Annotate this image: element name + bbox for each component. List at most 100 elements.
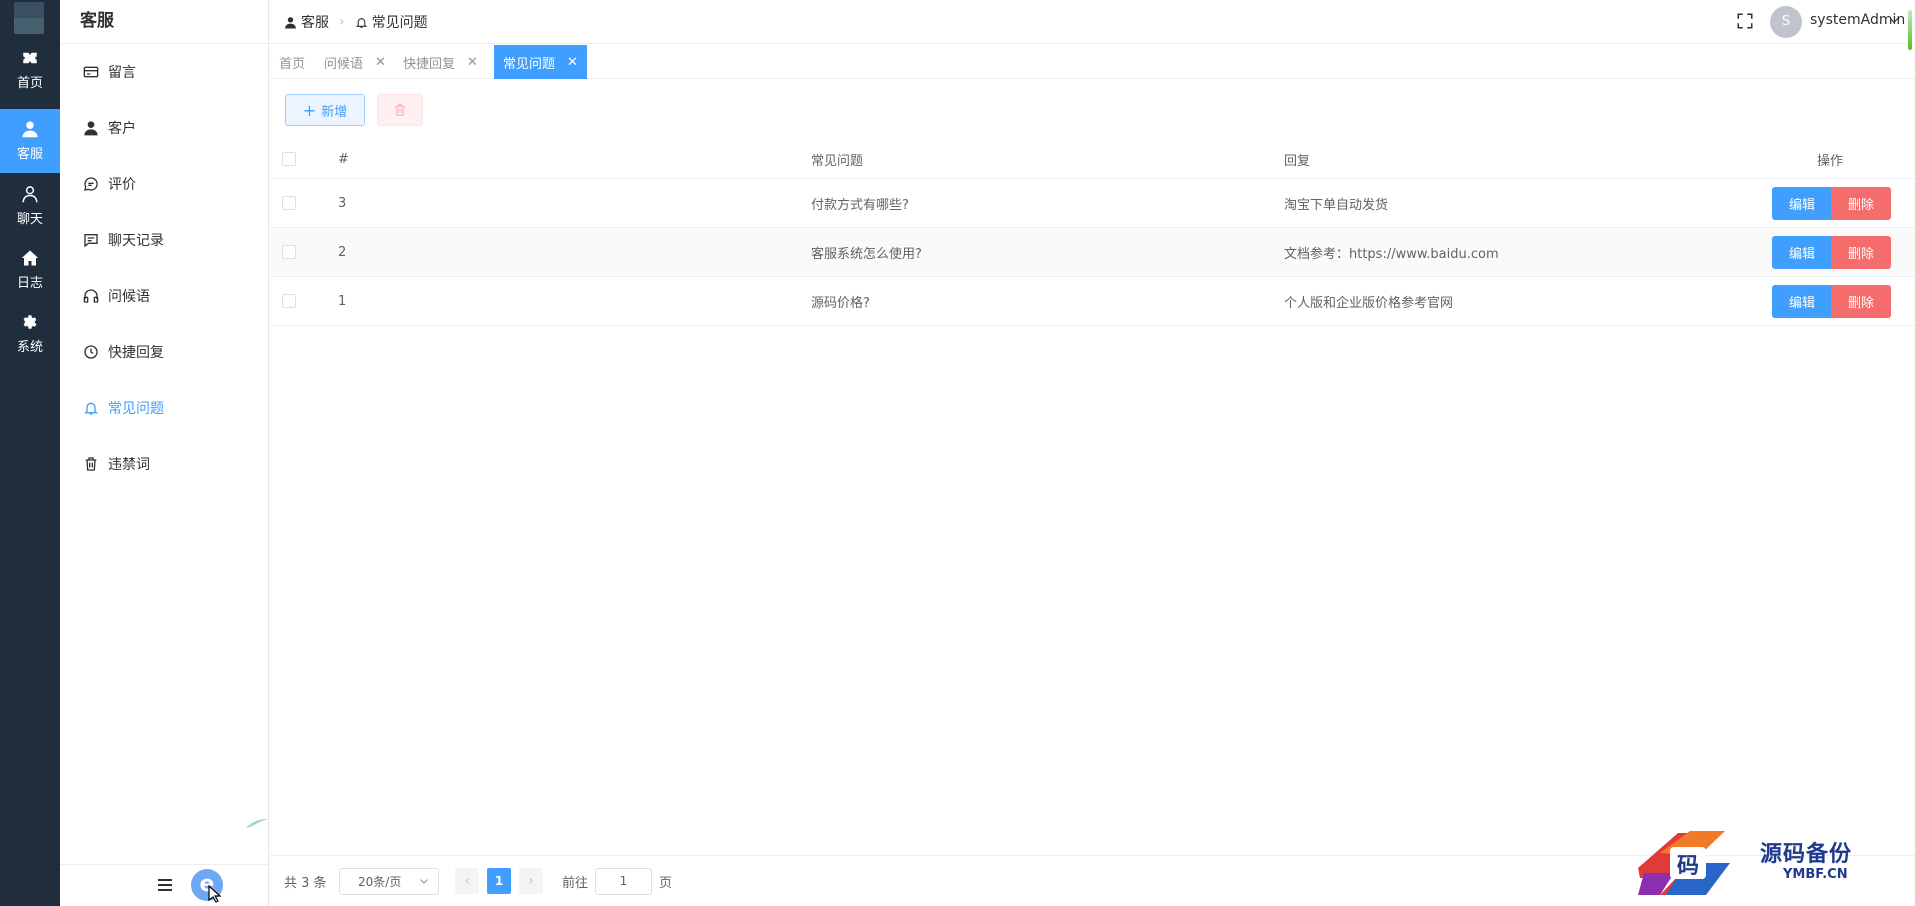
rail-item-service[interactable]: 客服 [0,109,60,173]
app-logo [14,2,44,34]
sidebar-item-messages[interactable]: 留言 [60,44,269,100]
avatar[interactable]: S [1770,6,1802,38]
tab-home[interactable]: 首页 [270,45,314,79]
sidebar-item-label: 客户 [108,121,136,137]
tags-view: 首页 问候语 ✕ 快捷回复 ✕ 常见问题 ✕ [270,45,1915,79]
tab-label: 常见问题 [503,56,556,72]
leaf-icon [246,819,268,828]
row-question: 付款方式有哪些? [811,197,909,213]
sidebar-item-label: 问候语 [108,289,150,305]
person-icon [84,121,98,136]
add-button-label: 新增 [321,104,348,120]
goto-label: 前往 [562,876,589,891]
plus-icon: + [302,100,317,120]
delete-button[interactable]: 删除 [1831,236,1891,269]
row-answer: 个人版和企业版价格参考官网 [1284,295,1454,311]
rail-item-label: 系统 [16,340,43,355]
sidebar-item-label: 评价 [108,177,136,193]
scroll-indicator [1908,10,1912,50]
sidebar-item-greetings[interactable]: 问候语 [60,268,269,324]
edit-button[interactable]: 编辑 [1772,236,1832,269]
next-page-button[interactable]: › [519,868,543,894]
watermark-subtitle: YMBF.CN [1783,867,1848,882]
fullscreen-icon[interactable] [1736,12,1754,30]
chevron-down-icon [420,879,428,884]
app-rail: 首页 客服 聊天 日志 系统 [0,0,60,906]
rail-item-home[interactable]: 首页 [0,38,60,102]
goto-page-input[interactable]: 1 [595,868,652,895]
svg-text:码: 码 [1677,853,1699,879]
delete-button[interactable]: 删除 [1831,187,1891,220]
breadcrumb-item[interactable]: 客服 [301,12,329,32]
person-icon [22,121,38,138]
rail-item-system[interactable]: 系统 [0,302,60,366]
tab-label: 问候语 [324,56,364,72]
prev-page-button[interactable]: ‹ [455,868,479,894]
faq-table: # 常见问题 回复 操作 3 付款方式有哪些? 淘宝下单自动发货 编辑 删除 2… [271,140,1915,326]
select-all-checkbox[interactable] [282,152,296,166]
row-answer: 文档参考：https://www.baidu.com [1284,246,1499,262]
collapse-menu-icon[interactable] [158,879,172,891]
rail-item-chat[interactable]: 聊天 [0,174,60,238]
goto-suffix: 页 [659,876,673,891]
row-checkbox[interactable] [282,294,296,308]
watermark-title: 源码备份 [1760,841,1853,867]
table-row: 2 客服系统怎么使用? 文档参考：https://www.baidu.com 编… [271,228,1915,277]
sidebar-item-chat-history[interactable]: 聊天记录 [60,212,269,268]
ticket-icon [23,52,37,64]
breadcrumb-separator: › [339,14,345,30]
clock-icon [84,345,98,359]
add-button[interactable]: + 新增 [285,94,365,126]
close-icon[interactable]: ✕ [375,55,386,70]
row-checkbox-cell [282,179,296,227]
mouse-cursor-icon [208,885,222,903]
gear-icon [23,315,37,329]
sidebar-item-faq[interactable]: 常见问题 [60,380,269,436]
sidebar-item-quick-reply[interactable]: 快捷回复 [60,324,269,380]
edit-button[interactable]: 编辑 [1772,187,1832,220]
header-question: 常见问题 [811,153,864,169]
sidebar-title: 客服 [60,0,268,44]
row-num: 2 [338,244,347,260]
close-icon[interactable]: ✕ [567,55,578,70]
rail-item-log[interactable]: 日志 [0,238,60,302]
pagination-total: 共 3 条 [284,876,327,891]
edit-button[interactable]: 编辑 [1772,285,1832,318]
chat-circle-icon [84,177,98,191]
table-row: 1 源码价格? 个人版和企业版价格参考官网 编辑 删除 [271,277,1915,326]
card-icon [83,66,99,78]
row-checkbox[interactable] [282,196,296,210]
sub-sidebar: 客服 留言 客户 评价 聊天记录 问候语 快捷回复 常见问题 违禁词 e [60,0,269,906]
rail-item-label: 客服 [16,147,43,162]
chevron-down-icon[interactable] [1887,13,1901,27]
row-checkbox[interactable] [282,245,296,259]
tab-faq[interactable]: 常见问题 ✕ [494,45,587,79]
header-ops: 操作 [1817,153,1844,169]
tab-quick-reply[interactable]: 快捷回复 ✕ [394,45,487,79]
tab-label: 首页 [279,56,306,72]
breadcrumb-item: 常见问题 [371,15,428,31]
tab-greetings[interactable]: 问候语 ✕ [315,45,395,79]
current-page[interactable]: 1 [487,868,511,894]
rail-item-label: 日志 [16,276,43,291]
sidebar-item-customers[interactable]: 客户 [60,100,269,156]
bell-icon [355,17,367,28]
sidebar-item-label: 聊天记录 [108,233,164,249]
batch-delete-button[interactable] [377,94,423,126]
breadcrumb: 客服 › 常见问题 [284,0,428,44]
row-num: 1 [338,293,347,309]
row-checkbox-cell [282,277,296,325]
row-answer: 淘宝下单自动发货 [1284,197,1389,213]
top-bar: 客服 › 常见问题 S systemAdmin [270,0,1915,50]
sidebar-item-label: 快捷回复 [108,345,164,361]
person-icon [285,16,296,28]
house-icon [21,250,39,266]
close-icon[interactable]: ✕ [467,55,478,70]
delete-button[interactable]: 删除 [1831,285,1891,318]
watermark-logo: 码 源码备份 YMBF.CN [1630,823,1915,906]
user-outline-icon [22,186,38,203]
sidebar-item-banned-words[interactable]: 违禁词 [60,436,269,492]
page-size-select[interactable]: 20条/页 [339,868,439,895]
rail-item-label: 聊天 [16,212,43,227]
sidebar-item-reviews[interactable]: 评价 [60,156,269,212]
